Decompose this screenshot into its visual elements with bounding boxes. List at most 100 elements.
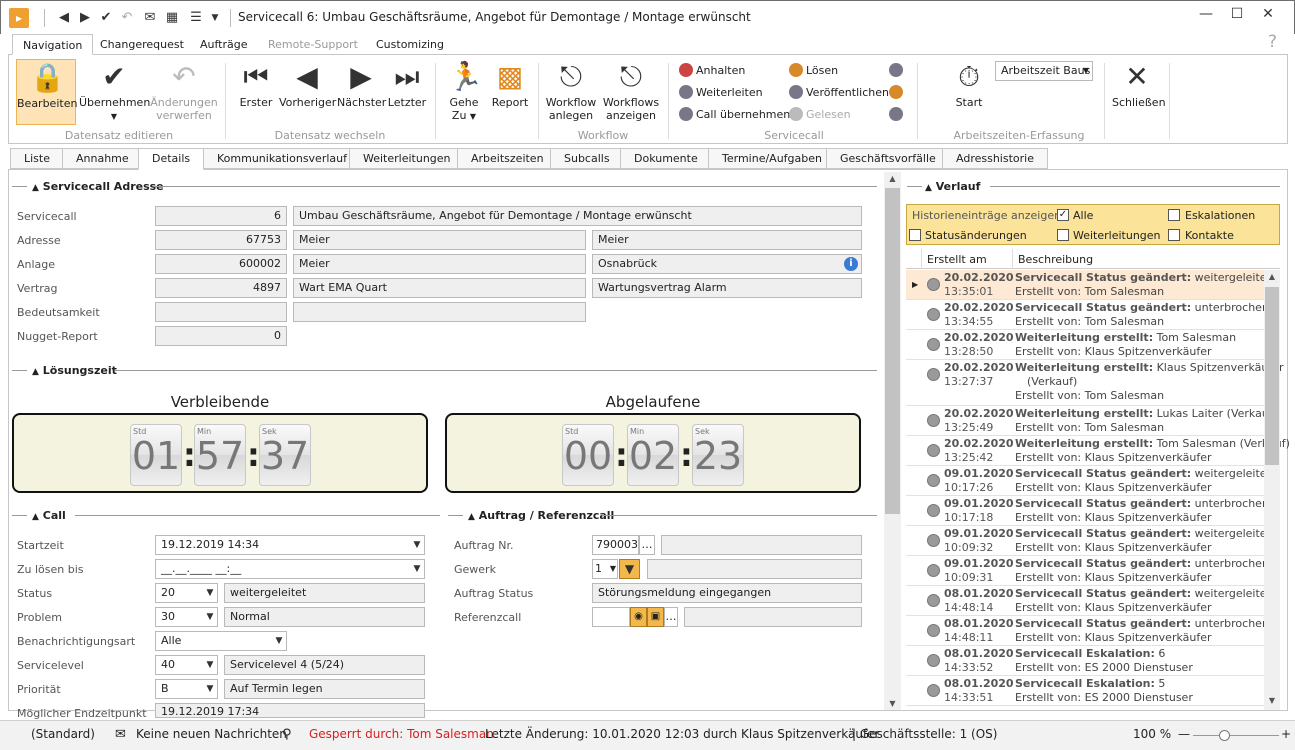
status-select[interactable]: 20 ▼ xyxy=(155,583,218,603)
undo-icon[interactable]: ↶ xyxy=(119,10,135,26)
tab-liste[interactable]: Liste xyxy=(10,148,64,169)
section-verlauf-header[interactable]: ▲ Verlauf xyxy=(925,180,980,193)
help-icon[interactable]: ? xyxy=(1268,32,1277,52)
check-icon[interactable]: ✔ xyxy=(98,10,114,26)
workflow-anlegen-button[interactable]: ⎋ Workflow anlegen xyxy=(545,61,597,123)
history-row[interactable]: 20.02.2020 13:35:01 Servicecall Status geä… xyxy=(906,270,1271,300)
naechster-button[interactable]: ▶ Nächster xyxy=(337,61,386,110)
tab-arbeitszeiten[interactable]: Arbeitszeiten xyxy=(457,148,558,169)
history-row[interactable]: 09.01.2020 10:09:32 Servicecall Status geä… xyxy=(906,526,1271,556)
history-row[interactable]: 08.01.2020 14:33:51 Servicecall Eskalation… xyxy=(906,676,1264,706)
tab-termine[interactable]: Termine/Aufgaben xyxy=(708,148,836,169)
chat-icon[interactable]: ✉ xyxy=(142,10,158,26)
vertrag-typ-field[interactable]: Wartungsvertrag Alarm xyxy=(592,278,862,298)
scroll-up-icon[interactable]: ▲ xyxy=(1264,272,1280,284)
referenzcall-browse-button[interactable]: … xyxy=(664,607,678,627)
filter-icon[interactable]: ▼ xyxy=(619,559,640,579)
section-loesungszeit-header[interactable]: ▲ Lösungszeit xyxy=(32,364,117,377)
zu-loesen-bis-field[interactable]: __.__.____ __:__ ▼ xyxy=(155,559,425,579)
verwerfen-button[interactable]: ↶ Änderungen verwerfen xyxy=(149,61,219,123)
filter-status-checkbox[interactable] xyxy=(909,229,921,241)
start-button[interactable]: ⏱ Start xyxy=(949,61,989,110)
history-row[interactable]: 08.01.2020 14:48:14 Servicecall Status geä… xyxy=(906,586,1271,616)
workflows-anzeigen-button[interactable]: ⎋ Workflows anzeigen xyxy=(601,61,661,123)
tab-dokumente[interactable]: Dokumente xyxy=(620,148,712,169)
close-window-button[interactable]: ✕ xyxy=(1254,4,1282,24)
auftrag-browse-button[interactable]: … xyxy=(639,535,655,555)
scroll-down-icon[interactable]: ▼ xyxy=(884,697,901,711)
letzter-button[interactable]: ⏭ Letzter xyxy=(387,61,427,110)
gelesen-button[interactable]: Gelesen xyxy=(789,107,851,121)
servicecall-extra-3[interactable] xyxy=(889,107,906,121)
history-row[interactable]: 09.01.2020 10:09:31 Servicecall Status geä… xyxy=(906,556,1269,586)
zoom-slider-thumb[interactable] xyxy=(1219,730,1230,741)
status-text-field[interactable]: weitergeleitet xyxy=(224,583,425,603)
mail-icon[interactable]: ✉ xyxy=(115,727,126,742)
servicecall-text-field[interactable]: Umbau Geschäftsräume, Angebot für Demont… xyxy=(293,206,862,226)
ribbon-tab-auftraege[interactable]: Aufträge xyxy=(190,34,258,55)
column-header-erstellt[interactable]: Erstellt am xyxy=(927,253,987,266)
auftrag-nr-field[interactable]: 790003 xyxy=(592,535,639,555)
dropdown-arrow-icon[interactable]: ▼ xyxy=(410,536,424,554)
servicecall-extra-2[interactable] xyxy=(889,85,906,99)
anlage-ort-field[interactable]: Osnabrück i xyxy=(592,254,862,274)
referenzcall-text-field[interactable] xyxy=(684,607,862,627)
anlage-nr-field[interactable]: 600002 xyxy=(155,254,287,274)
prioritaet-select[interactable]: B ▼ xyxy=(155,679,218,699)
dropdown-arrow-icon[interactable]: ▼ xyxy=(203,656,217,674)
dropdown-arrow-icon[interactable]: ▼ xyxy=(203,584,217,602)
history-row[interactable]: 09.01.2020 10:17:18 Servicecall Status geä… xyxy=(906,496,1269,526)
tab-geschaeftsvorfaelle[interactable]: Geschäftsvorfälle xyxy=(826,148,950,169)
tab-kommunikationsverlauf[interactable]: Kommunikationsverlauf xyxy=(203,148,361,169)
filter-alle-checkbox[interactable]: ✓ xyxy=(1057,209,1069,221)
history-row[interactable]: 20.02.2020 13:34:55 Servicecall Status geä… xyxy=(906,300,1269,330)
ribbon-tab-remote-support[interactable]: Remote-Support xyxy=(258,34,368,55)
servicecall-extra-1[interactable] xyxy=(889,63,906,77)
ribbon-tab-customizing[interactable]: Customizing xyxy=(366,34,454,55)
history-row[interactable]: 20.02.2020 13:25:42 Weiterleitung erstellt… xyxy=(906,436,1290,466)
auftrag-status-field[interactable]: Störungsmeldung eingegangen xyxy=(592,583,862,603)
search-icon[interactable]: ⚲ xyxy=(282,727,292,742)
dropdown-arrow-icon[interactable]: ▼ xyxy=(610,560,616,578)
tab-adresshistorie[interactable]: Adresshistorie xyxy=(942,148,1048,169)
problem-select[interactable]: 30 ▼ xyxy=(155,607,218,627)
dropdown-arrow-icon[interactable]: ▼ xyxy=(203,680,217,698)
tab-weiterleitungen[interactable]: Weiterleitungen xyxy=(349,148,465,169)
prioritaet-text-field[interactable]: Auf Termin legen xyxy=(224,679,425,699)
history-row[interactable]: 20.02.2020 13:25:49 Weiterleitung erstellt… xyxy=(906,406,1277,436)
tab-annahme[interactable]: Annahme xyxy=(62,148,143,169)
endzeitpunkt-field[interactable]: 19.12.2019 17:34 xyxy=(155,703,425,718)
bedeutsamkeit-field[interactable] xyxy=(155,302,287,322)
filter-kontakte-checkbox[interactable] xyxy=(1168,229,1180,241)
anhalten-button[interactable]: Anhalten xyxy=(679,63,745,77)
schliessen-button[interactable]: ✕ Schließen xyxy=(1112,61,1166,110)
history-scrollbar-thumb[interactable] xyxy=(1265,287,1279,465)
zoom-in-icon[interactable]: + xyxy=(1281,727,1291,741)
quick-access-dropdown-icon[interactable]: ▼ xyxy=(207,10,223,26)
tab-subcalls[interactable]: Subcalls xyxy=(550,148,624,169)
tab-details[interactable]: Details xyxy=(138,148,205,170)
veroeffentlichen-button[interactable]: Veröffentlichen xyxy=(789,85,889,99)
list-icon[interactable]: ☰ xyxy=(188,10,204,26)
zoom-slider-track[interactable] xyxy=(1193,735,1279,736)
calendar-icon[interactable]: ▦ xyxy=(164,10,180,26)
servicelevel-select[interactable]: 40 ▼ xyxy=(155,655,218,675)
problem-text-field[interactable]: Normal xyxy=(224,607,425,627)
referenzcall-field[interactable] xyxy=(592,607,630,627)
adresse-name-field[interactable]: Meier xyxy=(293,230,586,250)
gewerk-text-field[interactable] xyxy=(647,559,862,579)
ribbon-tab-changerequest[interactable]: Changerequest xyxy=(90,34,194,55)
report-button[interactable]: ▩ Report xyxy=(489,61,531,110)
section-adresse-header[interactable]: ▲ Servicecall Adresse xyxy=(32,180,164,193)
servicecall-nr-field[interactable]: 6 xyxy=(155,206,287,226)
erster-button[interactable]: ⏮ Erster xyxy=(235,61,277,110)
dropdown-arrow-icon[interactable]: ▼ xyxy=(203,608,217,626)
adresse-name2-field[interactable]: Meier xyxy=(592,230,862,250)
weiterleiten-button[interactable]: Weiterleiten xyxy=(679,85,763,99)
benachrichtigungsart-select[interactable]: Alle ▼ xyxy=(155,631,287,651)
left-scrollbar-thumb[interactable] xyxy=(885,188,900,514)
section-call-header[interactable]: ▲ Call xyxy=(32,509,66,522)
maximize-button[interactable]: ☐ xyxy=(1223,4,1251,24)
adresse-nr-field[interactable]: 67753 xyxy=(155,230,287,250)
auftrag-text-field[interactable] xyxy=(661,535,862,555)
